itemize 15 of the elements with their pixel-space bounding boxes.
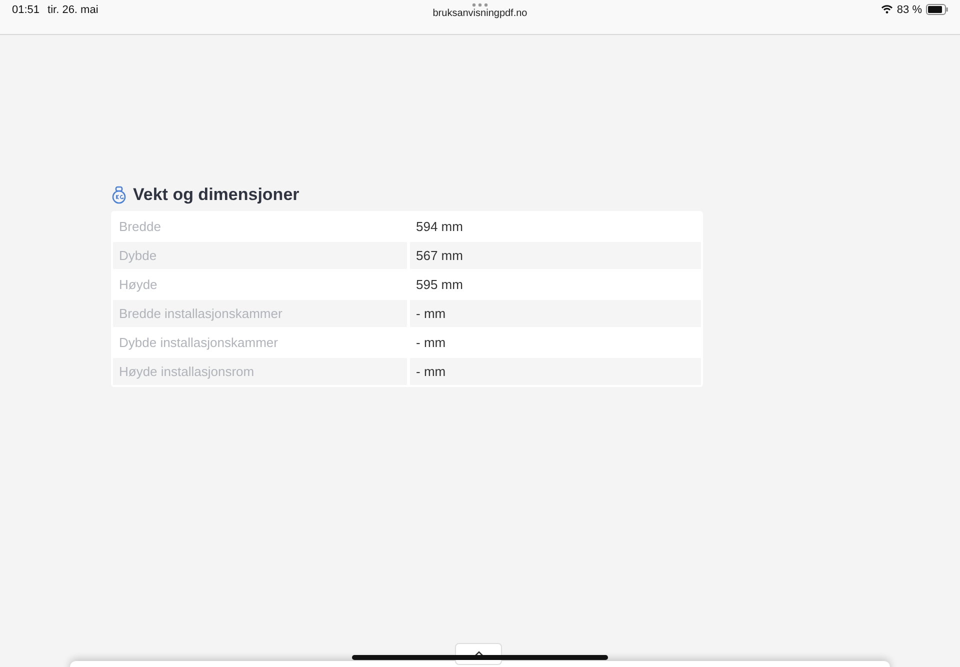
section-title: Vekt og dimensjoner [133,185,300,205]
battery-icon [926,4,948,15]
wifi-icon [880,4,893,14]
spec-label: Høyde installasjonsrom [113,358,407,385]
battery-percent: 83 % [896,4,922,16]
more-dots-icon[interactable] [472,3,488,7]
spec-value: 567 mm [410,242,701,269]
spec-label: Dybde [113,242,407,269]
spec-value: - mm [410,300,701,327]
clock-time: 01:51 [12,4,40,18]
spec-value: - mm [410,358,701,385]
url-label[interactable]: bruksanvisningpdf.no [432,8,528,19]
date-label: tir. 26. mai [48,4,98,18]
weight-icon [111,186,127,204]
spec-label: Bredde installasjonskammer [113,300,407,327]
